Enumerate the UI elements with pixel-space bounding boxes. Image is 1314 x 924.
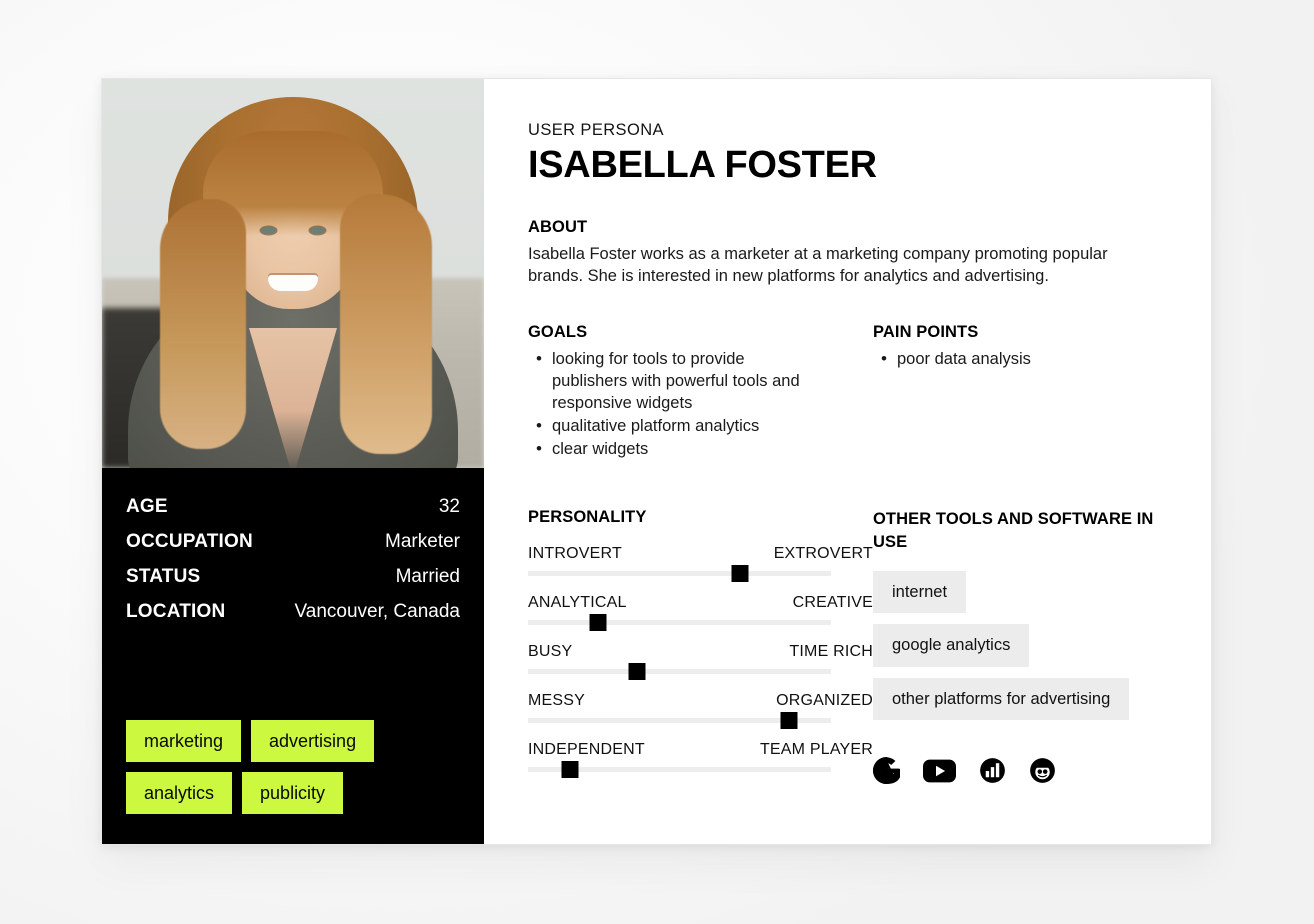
detail-label: LOCATION (126, 601, 226, 622)
detail-value: 32 (438, 496, 460, 517)
slider-busy-timerich[interactable]: BUSY TIME RICH (528, 643, 873, 681)
persona-left-panel: AGE 32 OCCUPATION Marketer STATUS Marrie… (102, 79, 484, 844)
about-section: ABOUT Isabella Foster works as a markete… (528, 218, 1167, 288)
slider-label-right: EXTROVERT (773, 545, 873, 563)
personality-section: PERSONALITY INTROVERT EXTROVERT ANALYTIC… (528, 508, 873, 784)
tool-chip-google-analytics[interactable]: google analytics (873, 624, 1030, 667)
slider-thumb[interactable] (628, 663, 646, 681)
slider-thumb[interactable] (780, 712, 798, 730)
detail-value: Marketer (385, 531, 460, 552)
slider-label-right: TIME RICH (789, 643, 873, 661)
tools-section: OTHER TOOLS AND SOFTWARE IN USE internet… (873, 508, 1167, 785)
photo-eye-right (310, 227, 325, 234)
persona-photo (102, 79, 484, 468)
list-item: looking for tools to provide publishers … (528, 348, 813, 415)
personality-heading: PERSONALITY (528, 508, 647, 527)
persona-card: AGE 32 OCCUPATION Marketer STATUS Marrie… (101, 78, 1212, 845)
goals-list: looking for tools to provide publishers … (528, 348, 873, 461)
detail-value: Married (395, 566, 460, 587)
pain-points-list: poor data analysis (873, 348, 1167, 371)
slider-analytical-creative[interactable]: ANALYTICAL CREATIVE (528, 594, 873, 632)
pain-points-section: PAIN POINTS poor data analysis (873, 323, 1167, 462)
google-analytics-icon[interactable] (979, 757, 1006, 784)
slider-messy-organized[interactable]: MESSY ORGANIZED (528, 692, 873, 730)
slider-thumb[interactable] (589, 614, 607, 632)
page-title: ISABELLA FOSTER (528, 144, 877, 186)
tag-advertising[interactable]: advertising (251, 720, 375, 762)
brand-icon-row (873, 757, 1167, 785)
tag-marketing[interactable]: marketing (126, 720, 242, 762)
detail-label: STATUS (126, 566, 201, 587)
tag-analytics[interactable]: analytics (126, 772, 233, 814)
slider-thumb[interactable] (561, 761, 579, 779)
slider-introvert-extrovert[interactable]: INTROVERT EXTROVERT (528, 545, 873, 583)
detail-row-occupation: OCCUPATION Marketer (126, 525, 460, 560)
detail-row-location: LOCATION Vancouver, Canada (126, 595, 460, 630)
slider-label-right: ORGANIZED (776, 692, 873, 710)
slider-label-left: ANALYTICAL (528, 594, 627, 612)
youtube-icon[interactable] (923, 759, 956, 783)
eyebrow-label: USER PERSONA (528, 121, 664, 139)
slider-independent-teamplayer[interactable]: INDEPENDENT TEAM PLAYER (528, 741, 873, 779)
slider-track[interactable] (528, 663, 831, 681)
slider-label-left: BUSY (528, 643, 573, 661)
detail-label: AGE (126, 496, 168, 517)
detail-label: OCCUPATION (126, 531, 253, 552)
slider-track[interactable] (528, 712, 831, 730)
photo-hair-left (160, 199, 246, 449)
tools-chip-list: internet google analytics other platform… (873, 570, 1167, 732)
pain-points-heading: PAIN POINTS (873, 322, 979, 341)
about-heading: ABOUT (528, 217, 588, 236)
goals-heading: GOALS (528, 322, 588, 341)
tool-chip-other-platforms[interactable]: other platforms for advertising (873, 677, 1130, 721)
slider-track[interactable] (528, 614, 831, 632)
slider-label-left: MESSY (528, 692, 586, 710)
slider-track[interactable] (528, 761, 831, 779)
slider-label-right: TEAM PLAYER (759, 741, 873, 759)
detail-value: Vancouver, Canada (294, 601, 461, 622)
persona-right-panel: USER PERSONA ISABELLA FOSTER ABOUT Isabe… (484, 79, 1211, 844)
goals-section: GOALS looking for tools to provide publi… (528, 323, 873, 462)
persona-tag-list: marketing advertising analytics publicit… (102, 720, 484, 844)
detail-row-age: AGE 32 (126, 490, 460, 525)
slider-thumb[interactable] (731, 565, 749, 583)
slider-label-left: INTROVERT (528, 545, 622, 563)
slider-label-left: INDEPENDENT (528, 741, 645, 759)
slider-track[interactable] (528, 565, 831, 583)
persona-details: AGE 32 OCCUPATION Marketer STATUS Marrie… (102, 468, 484, 630)
google-icon[interactable] (873, 757, 900, 785)
list-item: qualitative platform analytics (528, 415, 813, 438)
goals-pains-row: GOALS looking for tools to provide publi… (528, 323, 1167, 462)
about-text: Isabella Foster works as a marketer at a… (528, 244, 1108, 285)
photo-eye-left (261, 227, 276, 234)
list-item: clear widgets (528, 438, 813, 461)
reddit-icon[interactable] (1029, 757, 1056, 784)
detail-row-status: STATUS Married (126, 560, 460, 595)
slider-label-right: CREATIVE (792, 594, 873, 612)
photo-smile (268, 275, 318, 291)
tools-heading: OTHER TOOLS AND SOFTWARE IN USE (873, 510, 1154, 551)
personality-tools-row: PERSONALITY INTROVERT EXTROVERT ANALYTIC… (528, 508, 1167, 785)
list-item: poor data analysis (873, 348, 1167, 371)
photo-hair-right (340, 194, 432, 454)
tool-chip-internet[interactable]: internet (873, 570, 967, 614)
tag-publicity[interactable]: publicity (242, 772, 344, 814)
